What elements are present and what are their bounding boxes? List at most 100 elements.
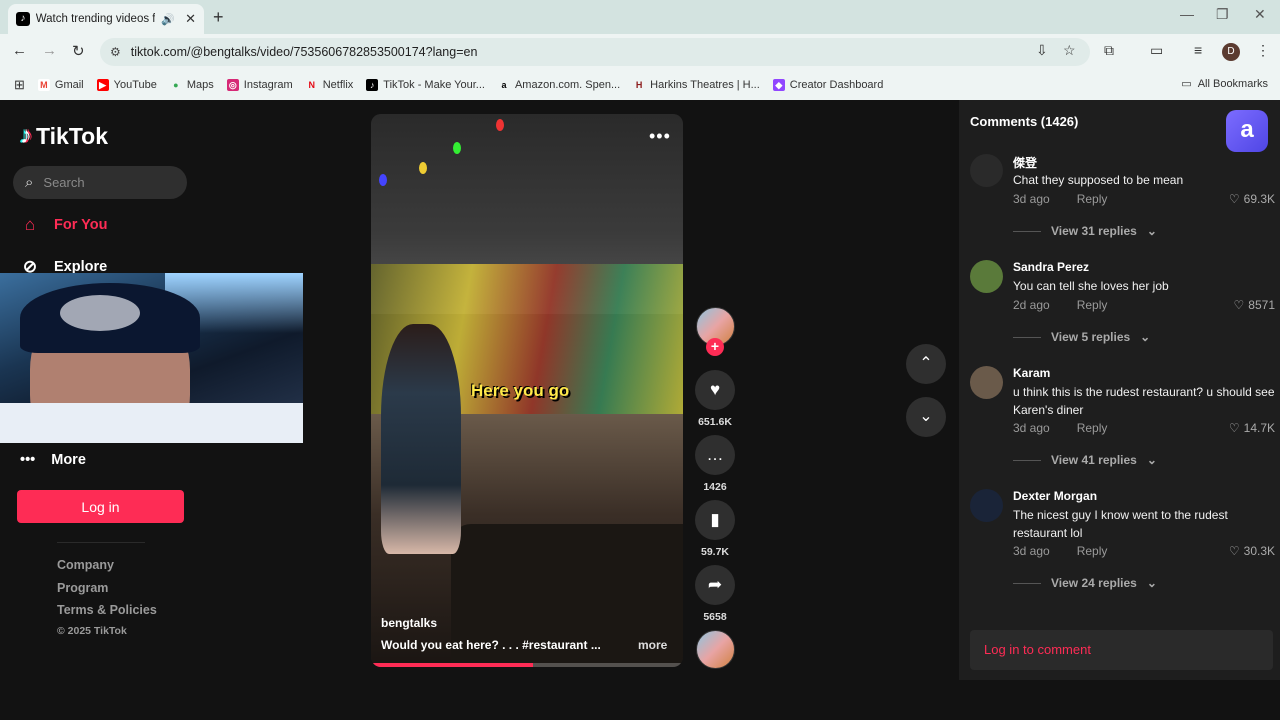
new-tab-icon[interactable]: + bbox=[213, 7, 224, 28]
avatar[interactable] bbox=[970, 489, 1003, 522]
reload-icon[interactable]: ↻ bbox=[72, 42, 85, 60]
nav-more[interactable]: ••• More bbox=[20, 452, 86, 468]
bookmark-amazon[interactable]: a Amazon.com. Spen... bbox=[498, 79, 620, 91]
bookmark-harkins[interactable]: H Harkins Theatres | H... bbox=[633, 79, 760, 91]
view-replies[interactable]: View 5 replies ⌄ bbox=[1013, 330, 1150, 344]
footer-divider bbox=[57, 542, 145, 543]
back-icon[interactable]: ← bbox=[12, 42, 27, 59]
comment-like[interactable]: ♡ 69.3K bbox=[1229, 192, 1275, 206]
comment-item: 傑登 Chat they supposed to be mean 3d ago … bbox=[970, 154, 1275, 244]
heart-outline-icon: ♡ bbox=[1228, 192, 1240, 206]
comment-author[interactable]: Dexter Morgan bbox=[1013, 489, 1097, 503]
chevron-down-icon: ⌄ bbox=[1146, 453, 1157, 467]
view-replies[interactable]: View 24 replies ⌄ bbox=[1013, 576, 1157, 590]
footer-terms[interactable]: Terms & Policies bbox=[57, 603, 157, 617]
maps-icon: ● bbox=[173, 80, 179, 90]
bookmark-creator-dashboard[interactable]: ◆ Creator Dashboard bbox=[772, 79, 883, 91]
search-input[interactable]: ⌕ Search bbox=[13, 166, 187, 199]
media-controls-icon[interactable]: ≡ bbox=[1194, 42, 1202, 58]
restore-icon[interactable]: ❐ bbox=[1216, 6, 1229, 23]
extensions-icon[interactable]: ⧉ bbox=[1104, 42, 1114, 59]
comment-author[interactable]: 傑登 bbox=[1013, 154, 1037, 171]
footer-company[interactable]: Company bbox=[57, 558, 114, 572]
reply-button[interactable]: Reply bbox=[1077, 421, 1108, 435]
video-player[interactable]: Here you go ••• bengtalks Would you eat … bbox=[371, 114, 683, 667]
avatar[interactable] bbox=[970, 366, 1003, 399]
reply-button[interactable]: Reply bbox=[1077, 298, 1108, 312]
comment-bubble-icon: … bbox=[706, 445, 724, 464]
nav-for-you[interactable]: ⌂ For You bbox=[20, 215, 108, 235]
comment-author[interactable]: Karam bbox=[1013, 366, 1050, 380]
comment-author[interactable]: Sandra Perez bbox=[1013, 260, 1089, 274]
close-window-icon[interactable]: ✕ bbox=[1254, 6, 1266, 23]
install-app-icon[interactable]: ⇩ bbox=[1036, 42, 1048, 59]
reply-button[interactable]: Reply bbox=[1077, 192, 1108, 206]
profile-avatar[interactable]: D bbox=[1222, 43, 1240, 61]
save-button[interactable]: ▮ bbox=[695, 500, 735, 540]
comment-time: 2d ago bbox=[1013, 298, 1050, 312]
minimize-icon[interactable]: — bbox=[1180, 6, 1194, 22]
chevron-up-icon: ⌃ bbox=[919, 355, 933, 372]
chevron-down-icon: ⌄ bbox=[1140, 330, 1151, 344]
comment-button[interactable]: … bbox=[695, 435, 735, 475]
avatar[interactable] bbox=[970, 260, 1003, 293]
view-replies[interactable]: View 41 replies ⌄ bbox=[1013, 453, 1157, 467]
browser-tab[interactable]: ♪ Watch trending videos for y 🔊 ✕ bbox=[8, 4, 204, 34]
comment-time: 3d ago bbox=[1013, 421, 1050, 435]
reply-button[interactable]: Reply bbox=[1077, 544, 1108, 558]
previous-video-button[interactable]: ⌃ bbox=[906, 344, 946, 384]
speaker-icon[interactable]: 🔊 bbox=[161, 13, 175, 26]
bookmark-gmail[interactable]: M Gmail bbox=[37, 79, 84, 91]
bookmark-youtube[interactable]: ▶ YouTube bbox=[96, 79, 157, 91]
bookmark-instagram[interactable]: ◎ Instagram bbox=[226, 79, 293, 91]
menu-kebab-icon[interactable]: ⋮ bbox=[1256, 42, 1270, 59]
comment-text: You can tell she loves her job bbox=[1013, 279, 1169, 293]
more-dots-icon: ••• bbox=[20, 452, 36, 468]
video-more-link[interactable]: more bbox=[638, 638, 667, 652]
tiktok-favicon-icon: ♪ bbox=[16, 12, 30, 26]
comment-like[interactable]: ♡ 30.3K bbox=[1229, 544, 1275, 558]
comment-item: Sandra Perez You can tell she loves her … bbox=[970, 260, 1275, 350]
search-placeholder: Search bbox=[43, 175, 85, 190]
next-video-button[interactable]: ⌄ bbox=[906, 397, 946, 437]
tiktok-icon: ♪ bbox=[366, 79, 379, 91]
apps-grid-icon[interactable]: ⊞ bbox=[14, 77, 25, 93]
bookmark-icon: ▮ bbox=[710, 510, 720, 529]
footer-program[interactable]: Program bbox=[57, 581, 108, 595]
video-description: Would you eat here? . . . #restaurant ..… bbox=[381, 638, 601, 652]
tiktok-logo[interactable]: ♪ TikTok bbox=[20, 122, 108, 150]
bookmark-maps[interactable]: ● Maps bbox=[170, 79, 214, 91]
video-author[interactable]: bengtalks bbox=[381, 616, 437, 630]
comment-like[interactable]: ♡ 14.7K bbox=[1229, 421, 1275, 435]
music-disc-avatar[interactable] bbox=[696, 630, 735, 669]
close-tab-icon[interactable]: ✕ bbox=[185, 11, 196, 27]
all-bookmarks[interactable]: ▭ All Bookmarks bbox=[1181, 77, 1268, 91]
comment-text: u think this is the rudest restaurant? u… bbox=[1013, 385, 1275, 417]
like-button[interactable]: ♥ bbox=[695, 370, 735, 410]
share-button[interactable]: ➦ bbox=[695, 565, 735, 605]
site-info-icon[interactable]: ⚙ bbox=[110, 45, 121, 59]
bookmark-tiktok[interactable]: ♪ TikTok - Make Your... bbox=[366, 79, 485, 91]
assistant-app-icon[interactable]: a bbox=[1226, 110, 1268, 152]
instagram-icon: ◎ bbox=[226, 79, 239, 91]
amazon-icon: a bbox=[501, 80, 507, 90]
comment-like[interactable]: ♡ 8571 bbox=[1234, 298, 1275, 312]
netflix-icon: N bbox=[308, 80, 315, 90]
bookmark-netflix[interactable]: N Netflix bbox=[306, 79, 353, 91]
view-replies[interactable]: View 31 replies ⌄ bbox=[1013, 224, 1157, 238]
folder-icon: ▭ bbox=[1181, 78, 1192, 90]
avatar[interactable] bbox=[970, 154, 1003, 187]
bookmark-star-icon[interactable]: ☆ bbox=[1063, 42, 1076, 59]
browser-tab-strip: ♪ Watch trending videos for y 🔊 ✕ + — ❐ … bbox=[0, 0, 1280, 34]
address-bar[interactable]: ⚙ tiktok.com/@bengtalks/video/7535606782… bbox=[100, 38, 1090, 66]
forward-icon[interactable]: → bbox=[42, 42, 57, 59]
video-options-icon[interactable]: ••• bbox=[649, 126, 671, 147]
cast-icon[interactable]: ▭ bbox=[1150, 42, 1163, 59]
video-caption-overlay: Here you go bbox=[471, 381, 570, 400]
login-button[interactable]: Log in bbox=[17, 490, 184, 523]
like-count: 651.6K bbox=[698, 416, 732, 428]
comments-title: Comments (1426) bbox=[970, 114, 1079, 129]
login-to-comment[interactable]: Log in to comment bbox=[970, 630, 1273, 670]
follow-plus-icon[interactable]: + bbox=[706, 338, 724, 356]
gmail-icon: M bbox=[37, 79, 50, 91]
